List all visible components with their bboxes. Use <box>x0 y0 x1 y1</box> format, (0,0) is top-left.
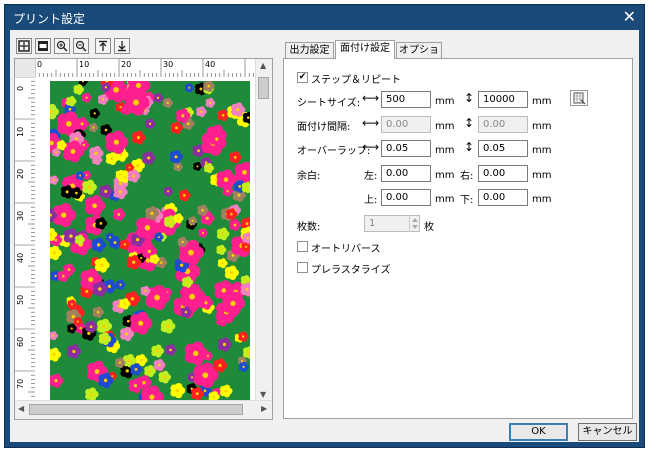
spacing-width-input[interactable]: 0.00 <box>381 116 431 133</box>
sheet-height-input[interactable]: 10000 <box>478 91 528 108</box>
auto-reverse-label: オートリバース <box>311 244 381 255</box>
scroll-up-icon[interactable]: ▲ <box>260 61 266 70</box>
h-ruler-label: 40 <box>205 60 216 69</box>
imposition-spacing-label: 面付け間隔: <box>297 122 351 133</box>
width-arrow-icon: ⟷ <box>362 91 380 105</box>
tab-output-settings[interactable]: 出力設定 <box>285 42 334 58</box>
scroll-left-icon[interactable]: ◀ <box>18 404 24 413</box>
margins-label: 余白: <box>297 171 321 182</box>
unit-label: mm <box>435 96 455 107</box>
spinner-arrows-icon <box>412 218 418 229</box>
horizontal-scrollbar[interactable]: ◀ ▶ <box>15 400 272 419</box>
h-ruler-label: 10 <box>79 60 90 69</box>
print-settings-window: プリント設定 ✕ 0 10 20 30 40 0 10 20 30 40 50 … <box>4 4 645 448</box>
v-ruler-label: 20 <box>16 168 25 179</box>
unit-label: mm <box>435 145 455 156</box>
step-repeat-checkbox[interactable]: ✔ <box>297 72 308 83</box>
margin-top-input[interactable]: 0.00 <box>381 189 431 206</box>
horizontal-scroll-thumb[interactable] <box>29 404 243 415</box>
close-icon[interactable]: ✕ <box>623 7 636 26</box>
unit-label: mm <box>435 170 455 181</box>
preview-canvas <box>35 77 258 401</box>
margin-bottom-label: 下: <box>460 195 474 206</box>
v-ruler-label: 40 <box>16 252 25 263</box>
align-top-icon[interactable] <box>95 38 111 54</box>
vertical-scrollbar[interactable]: ▲ ▼ <box>255 59 272 401</box>
margin-bottom-input[interactable]: 0.00 <box>478 189 528 206</box>
width-arrow-icon: ⟷ <box>362 116 380 130</box>
v-ruler-label: 0 <box>16 85 25 91</box>
copies-suffix: 枚 <box>424 222 434 233</box>
v-ruler-label: 50 <box>16 294 25 305</box>
vertical-ruler-ticks <box>15 76 35 401</box>
v-ruler-label: 70 <box>16 378 25 389</box>
vertical-ruler: 0 10 20 30 40 50 60 70 <box>15 76 36 401</box>
unit-label: mm <box>532 121 552 132</box>
v-ruler-label: 10 <box>16 126 25 137</box>
overlap-height-input[interactable]: 0.05 <box>478 140 528 157</box>
horizontal-ruler: 0 10 20 30 40 <box>34 59 258 78</box>
auto-reverse-checkbox[interactable] <box>297 241 308 252</box>
height-arrow-icon: ↕ <box>464 91 475 105</box>
spacing-height-input[interactable]: 0.00 <box>478 116 528 133</box>
sheet-size-preset-button[interactable] <box>570 90 588 106</box>
horizontal-ruler-ticks <box>34 59 258 77</box>
h-ruler-label: 20 <box>121 60 132 69</box>
flower-pattern-image <box>50 81 250 401</box>
print-preview[interactable]: 0 10 20 30 40 0 10 20 30 40 50 60 70 ▲ ▼… <box>14 58 273 420</box>
scroll-down-icon[interactable]: ▼ <box>260 390 266 399</box>
zoom-out-icon[interactable] <box>73 38 89 54</box>
unit-label: mm <box>532 145 552 156</box>
title-bar: プリント設定 ✕ <box>5 5 644 29</box>
unit-label: mm <box>532 170 552 181</box>
height-arrow-icon: ↕ <box>464 140 475 154</box>
step-repeat-label: ステップ＆リピート <box>311 75 401 86</box>
overlap-width-input[interactable]: 0.05 <box>381 140 431 157</box>
imposition-settings-panel: ✔ ステップ＆リピート シートサイズ: ⟷ 500 mm ↕ 10000 mm … <box>283 58 633 419</box>
margin-right-input[interactable]: 0.00 <box>478 165 528 182</box>
v-ruler-label: 60 <box>16 336 25 347</box>
vertical-scroll-thumb[interactable] <box>258 77 269 99</box>
h-ruler-label: 0 <box>37 60 43 69</box>
ruler-corner <box>15 59 35 77</box>
unit-label: mm <box>532 96 552 107</box>
margin-left-label: 左: <box>364 171 378 182</box>
window-title: プリント設定 <box>13 12 86 26</box>
v-ruler-label: 30 <box>16 210 25 221</box>
fit-page-icon[interactable] <box>16 38 32 54</box>
copies-spinner[interactable] <box>409 215 420 232</box>
h-ruler-label: 30 <box>163 60 174 69</box>
scroll-right-icon[interactable]: ▶ <box>261 404 267 413</box>
pre-rasterize-label: プレラスタライズ <box>311 265 391 276</box>
unit-label: mm <box>532 194 552 205</box>
margin-right-label: 右: <box>460 171 474 182</box>
height-arrow-icon: ↕ <box>464 116 475 130</box>
tab-options[interactable]: オプション <box>396 42 442 71</box>
sheet-width-input[interactable]: 500 <box>381 91 431 108</box>
sheet-size-label: シートサイズ: <box>297 98 361 109</box>
copies-label: 枚数: <box>297 222 321 233</box>
margin-left-input[interactable]: 0.00 <box>381 165 431 182</box>
dialog-client: 0 10 20 30 40 0 10 20 30 40 50 60 70 ▲ ▼… <box>10 30 639 442</box>
align-bottom-icon[interactable] <box>114 38 130 54</box>
ok-button[interactable]: OK <box>509 423 568 441</box>
unit-label: mm <box>435 194 455 205</box>
page-grid-icon <box>573 92 586 105</box>
tab-imposition-settings[interactable]: 面付け設定 <box>335 40 395 59</box>
unit-label: mm <box>435 121 455 132</box>
cancel-button[interactable]: キャンセル <box>578 423 637 441</box>
zoom-in-icon[interactable] <box>54 38 70 54</box>
width-arrow-icon: ⟷ <box>362 140 380 154</box>
fit-width-icon[interactable] <box>35 38 51 54</box>
margin-top-label: 上: <box>364 195 378 206</box>
overlap-label: オーバーラップ: <box>297 146 371 157</box>
pre-rasterize-checkbox[interactable] <box>297 262 308 273</box>
